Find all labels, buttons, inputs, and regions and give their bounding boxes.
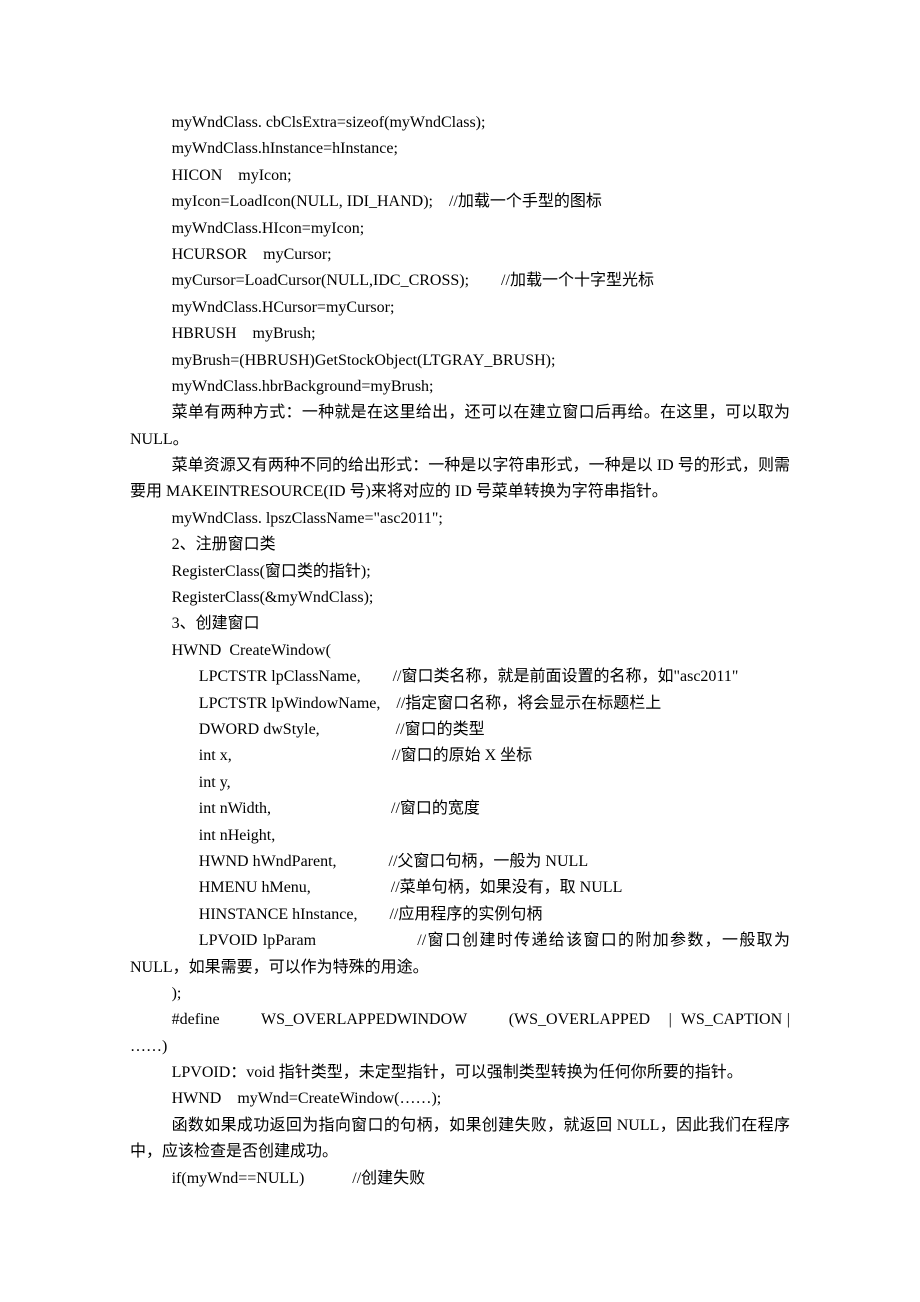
text-line: int nWidth, //窗口的宽度 <box>130 796 790 822</box>
text-line: HWND myWnd=CreateWindow(……); <box>130 1086 790 1112</box>
text-line: ); <box>130 981 790 1007</box>
text-line: HICON myIcon; <box>130 163 790 189</box>
text-line: myWndClass.hInstance=hInstance; <box>130 136 790 162</box>
text-line: 函数如果成功返回为指向窗口的句柄，如果创建失败，就返回 NULL，因此我们在程序… <box>130 1113 790 1166</box>
text-line: #define WS_OVERLAPPEDWINDOW (WS_OVERLAPP… <box>130 1007 790 1060</box>
text-line: 2、注册窗口类 <box>130 532 790 558</box>
text-line: 菜单有两种方式：一种就是在这里给出，还可以在建立窗口后再给。在这里，可以取为 N… <box>130 400 790 453</box>
document-content: myWndClass. cbClsExtra=sizeof(myWndClass… <box>130 110 790 1192</box>
text-line: if(myWnd==NULL) //创建失败 <box>130 1166 790 1192</box>
text-line: LPCTSTR lpWindowName, //指定窗口名称，将会显示在标题栏上 <box>130 691 790 717</box>
text-line: int x, //窗口的原始 X 坐标 <box>130 743 790 769</box>
text-line: myWndClass. cbClsExtra=sizeof(myWndClass… <box>130 110 790 136</box>
text-line: HWND hWndParent, //父窗口句柄，一般为 NULL <box>130 849 790 875</box>
text-line: myWndClass.HCursor=myCursor; <box>130 295 790 321</box>
text-line: LPCTSTR lpClassName, //窗口类名称，就是前面设置的名称，如… <box>130 664 790 690</box>
text-line: myCursor=LoadCursor(NULL,IDC_CROSS); //加… <box>130 268 790 294</box>
text-line: myWndClass. lpszClassName="asc2011"; <box>130 506 790 532</box>
text-line: RegisterClass(&myWndClass); <box>130 585 790 611</box>
text-line: myBrush=(HBRUSH)GetStockObject(LTGRAY_BR… <box>130 348 790 374</box>
text-line: LPVOID lpParam //窗口创建时传递给该窗口的附加参数，一般取为 N… <box>130 928 790 981</box>
text-line: RegisterClass(窗口类的指针); <box>130 559 790 585</box>
text-line: myWndClass.HIcon=myIcon; <box>130 216 790 242</box>
text-line: LPVOID：void 指针类型，未定型指针，可以强制类型转换为任何你所要的指针… <box>130 1060 790 1086</box>
text-line: myWndClass.hbrBackground=myBrush; <box>130 374 790 400</box>
text-line: 3、创建窗口 <box>130 611 790 637</box>
text-line: HBRUSH myBrush; <box>130 321 790 347</box>
text-line: DWORD dwStyle, //窗口的类型 <box>130 717 790 743</box>
text-line: myIcon=LoadIcon(NULL, IDI_HAND); //加载一个手… <box>130 189 790 215</box>
text-line: HWND CreateWindow( <box>130 638 790 664</box>
text-line: int y, <box>130 770 790 796</box>
document-page: myWndClass. cbClsExtra=sizeof(myWndClass… <box>0 0 920 1302</box>
text-line: HINSTANCE hInstance, //应用程序的实例句柄 <box>130 902 790 928</box>
text-line: int nHeight, <box>130 823 790 849</box>
text-line: HCURSOR myCursor; <box>130 242 790 268</box>
text-line: HMENU hMenu, //菜单句柄，如果没有，取 NULL <box>130 875 790 901</box>
text-line: 菜单资源又有两种不同的给出形式：一种是以字符串形式，一种是以 ID 号的形式，则… <box>130 453 790 506</box>
